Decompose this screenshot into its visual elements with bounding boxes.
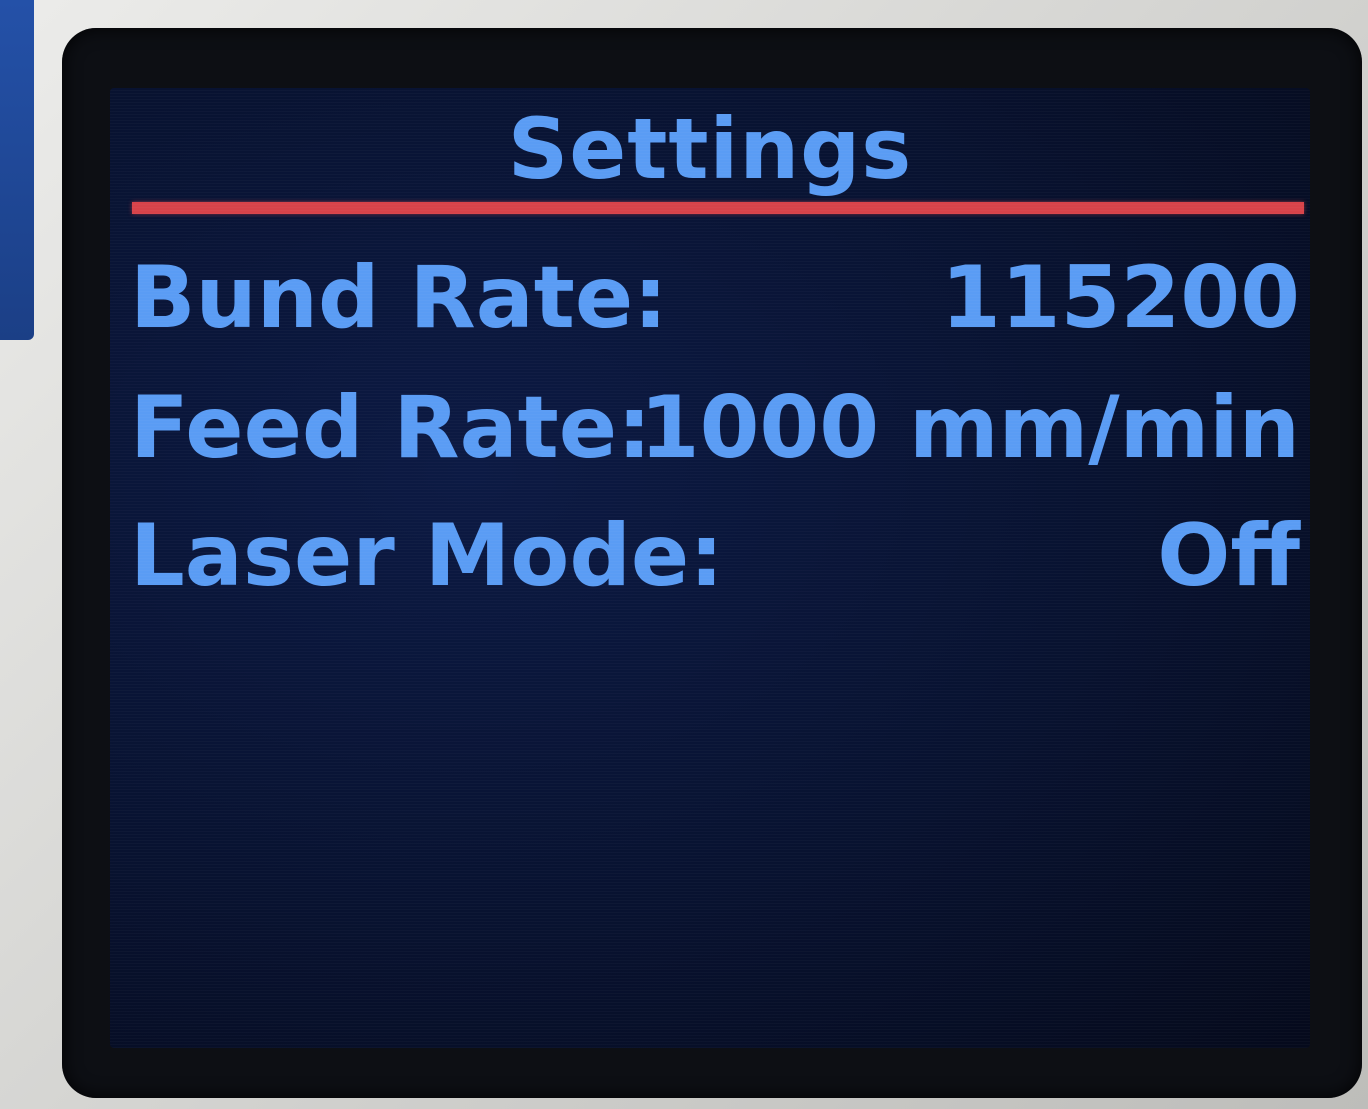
device: Settings Bund Rate: 115200 Feed Rate: 10… bbox=[0, 0, 1368, 1109]
setting-row-laser-mode: Laser Mode: Off bbox=[130, 506, 1300, 616]
lcd-screen: Settings Bund Rate: 115200 Feed Rate: 10… bbox=[110, 88, 1310, 1048]
setting-value: 1000 mm/min bbox=[639, 378, 1300, 478]
setting-label: Feed Rate: bbox=[130, 378, 652, 478]
setting-label: Laser Mode: bbox=[130, 506, 724, 606]
setting-row-feed-rate: Feed Rate: 1000 mm/min bbox=[130, 378, 1300, 488]
setting-row-baud-rate: Bund Rate: 115200 bbox=[130, 248, 1300, 358]
setting-value: Off bbox=[1157, 506, 1300, 606]
pcb-board-edge bbox=[0, 0, 34, 340]
page-title: Settings bbox=[507, 100, 913, 198]
setting-value: 115200 bbox=[940, 248, 1300, 348]
setting-label: Bund Rate: bbox=[130, 248, 668, 348]
title-divider bbox=[132, 202, 1304, 214]
